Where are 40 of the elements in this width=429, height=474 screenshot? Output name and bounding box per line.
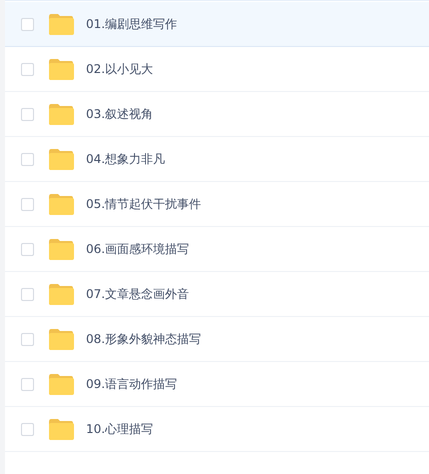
folder-row[interactable]: 04.想象力非凡	[5, 137, 429, 182]
folder-icon	[48, 238, 74, 260]
folder-name[interactable]: 05.情节起伏干扰事件	[86, 196, 202, 212]
folder-icon	[48, 104, 74, 124]
folder-name[interactable]: 01.编剧思维写作	[86, 16, 178, 32]
folder-name[interactable]: 06.画面感环境描写	[86, 240, 190, 258]
folder-row[interactable]: 03.叙述视角	[5, 92, 429, 137]
folder-icon	[48, 328, 74, 350]
checkbox[interactable]	[21, 378, 34, 390]
folder-row[interactable]: 08.形象外貌神态描写	[5, 317, 429, 362]
folder-row[interactable]: 07.文章悬念画外音	[5, 272, 429, 317]
checkbox[interactable]	[21, 198, 34, 210]
folder-row[interactable]: 09.语言动作描写	[5, 362, 429, 407]
folder-icon	[48, 14, 74, 34]
checkbox[interactable]	[21, 288, 34, 300]
checkbox[interactable]	[21, 108, 34, 120]
folder-name[interactable]: 07.文章悬念画外音	[86, 286, 190, 302]
checkbox[interactable]	[21, 242, 34, 256]
folder-name[interactable]: 08.形象外貌神态描写	[86, 330, 202, 348]
folder-icon	[48, 374, 74, 394]
folder-row[interactable]: 06.画面感环境描写	[5, 227, 429, 272]
checkbox[interactable]	[21, 18, 34, 30]
folder-name[interactable]: 09.语言动作描写	[86, 376, 178, 392]
folder-icon	[48, 148, 74, 170]
folder-name[interactable]: 10.心理描写	[86, 420, 154, 438]
folder-icon	[48, 194, 74, 214]
checkbox[interactable]	[21, 422, 34, 436]
folder-name[interactable]: 04.想象力非凡	[86, 150, 166, 168]
checkbox[interactable]	[21, 152, 34, 166]
folder-icon	[48, 58, 74, 80]
folder-icon	[48, 284, 74, 304]
folder-row[interactable]: 10.心理描写	[5, 407, 429, 452]
folder-row[interactable]: 01.编剧思维写作	[5, 2, 429, 47]
folder-name[interactable]: 02.以小见大	[86, 60, 154, 78]
folder-name[interactable]: 03.叙述视角	[86, 106, 154, 122]
folder-row[interactable]: 05.情节起伏干扰事件	[5, 182, 429, 227]
checkbox[interactable]	[21, 332, 34, 346]
folder-icon	[48, 418, 74, 440]
checkbox[interactable]	[21, 62, 34, 76]
folder-row[interactable]: 02.以小见大	[5, 47, 429, 92]
